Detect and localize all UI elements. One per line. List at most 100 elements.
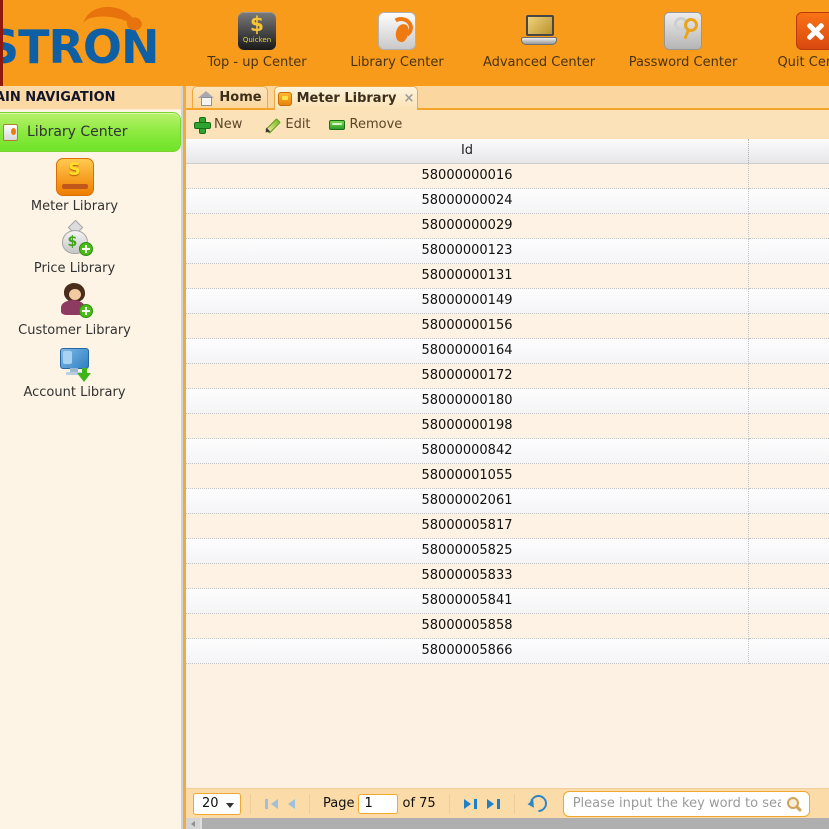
table-row[interactable]: 58000000024: [186, 189, 829, 214]
meter-id-cell: 58000000842: [186, 439, 749, 464]
page-number-input[interactable]: [358, 794, 398, 814]
search-box: [563, 791, 810, 817]
sidebar-item-customer-library[interactable]: Customer Library: [0, 282, 181, 338]
horizontal-scrollbar[interactable]: [186, 818, 829, 829]
remove-button-label: Remove: [350, 117, 403, 132]
table-row[interactable]: 58000000180: [186, 389, 829, 414]
search-input[interactable]: [563, 791, 810, 817]
table-body: 58000000016 58000000024 58000000029 5800…: [186, 164, 829, 664]
sidebar-item-account-library[interactable]: Account Library: [0, 344, 181, 400]
plus-badge-icon: [79, 304, 93, 318]
monitor-download-icon: [56, 344, 94, 382]
meter-id-cell: 58000000149: [186, 289, 749, 314]
pager-separator: [449, 794, 450, 814]
scrollbar-thumb[interactable]: [202, 818, 829, 829]
empty-cell: [749, 464, 829, 489]
group-label: Library Center: [27, 124, 128, 140]
chevron-down-icon: [226, 803, 234, 808]
empty-cell: [749, 189, 829, 214]
tab-home[interactable]: Home: [192, 86, 268, 108]
first-page-button[interactable]: [265, 799, 278, 809]
first-page-icon: [265, 799, 268, 809]
stron-logo: STRON: [0, 24, 159, 70]
table-row[interactable]: 58000000842: [186, 439, 829, 464]
empty-cell: [749, 439, 829, 464]
keys-icon: [664, 12, 702, 50]
table-row[interactable]: 58000000164: [186, 339, 829, 364]
page-size-value: 20: [202, 796, 219, 811]
column-header-empty: [749, 139, 829, 163]
menu-item-advanced-center[interactable]: Advanced Center: [474, 12, 604, 70]
sidebar-title-bar: MAIN NAVIGATION: [0, 86, 181, 110]
empty-cell: [749, 314, 829, 339]
table-row[interactable]: 58000000029: [186, 214, 829, 239]
table-row[interactable]: 58000000149: [186, 289, 829, 314]
prev-page-icon: [288, 799, 295, 809]
last-page-icon: [487, 799, 494, 809]
meter-tab-icon: [278, 92, 292, 106]
table-row[interactable]: 58000005825: [186, 539, 829, 564]
empty-cell: [749, 289, 829, 314]
meter-id-cell: 58000005817: [186, 514, 749, 539]
table-row[interactable]: 58000005833: [186, 564, 829, 589]
table-row[interactable]: 58000005866: [186, 639, 829, 664]
meter-id-cell: 58000005825: [186, 539, 749, 564]
next-page-button[interactable]: [464, 799, 477, 809]
table-row[interactable]: 58000000123: [186, 239, 829, 264]
meter-id-cell: 58000000123: [186, 239, 749, 264]
last-page-button[interactable]: [487, 799, 500, 809]
meter-id-cell: 58000000024: [186, 189, 749, 214]
main-panel: Home Meter Library × New Edit Remove: [186, 86, 829, 829]
close-tab-icon[interactable]: ×: [403, 92, 414, 105]
table-row[interactable]: 58000000016: [186, 164, 829, 189]
menu-label: Library Center: [332, 55, 462, 70]
sidebar-group-library-center[interactable]: Library Center: [0, 112, 181, 152]
scroll-left-arrow[interactable]: [186, 818, 200, 829]
plus-icon: [194, 117, 209, 132]
person-plus-icon: [56, 282, 94, 320]
empty-cell: [749, 389, 829, 414]
meter-id-cell: 58000002061: [186, 489, 749, 514]
menu-item-password-center[interactable]: Password Center: [618, 12, 748, 70]
table-row[interactable]: 58000005817: [186, 514, 829, 539]
menu-item-quit-center[interactable]: Quit Center: [750, 12, 829, 70]
menu-label: Password Center: [618, 55, 748, 70]
prev-page-button[interactable]: [288, 799, 295, 809]
window-edge-strip: [0, 0, 3, 86]
table-row[interactable]: 58000001055: [186, 464, 829, 489]
table-row[interactable]: 58000000131: [186, 264, 829, 289]
remove-button[interactable]: Remove: [329, 117, 403, 132]
meter-id-cell: 58000000198: [186, 414, 749, 439]
laptop-icon: [520, 12, 558, 50]
search-icon[interactable]: [786, 796, 802, 812]
table-row[interactable]: 58000000198: [186, 414, 829, 439]
column-header-id[interactable]: Id: [186, 139, 749, 163]
library-group-icon: [3, 124, 18, 141]
table-row[interactable]: 58000000156: [186, 314, 829, 339]
menu-item-topup-center[interactable]: $Quicken Top - up Center: [192, 12, 322, 70]
edit-button[interactable]: Edit: [264, 117, 310, 133]
last-page-icon: [497, 799, 500, 809]
first-page-icon: [271, 799, 278, 809]
page-total-label: of 75: [402, 796, 435, 811]
menu-label: Advanced Center: [474, 55, 604, 70]
new-button[interactable]: New: [194, 117, 242, 132]
sidebar-item-meter-library[interactable]: S Meter Library: [0, 158, 181, 214]
table-row[interactable]: 58000002061: [186, 489, 829, 514]
table-header-row: Id: [186, 139, 829, 164]
table-empty-area: [186, 664, 829, 788]
menu-item-library-center[interactable]: Library Center: [332, 12, 462, 70]
top-banner: STRON $Quicken Top - up Center Library C…: [0, 0, 829, 86]
page-size-select[interactable]: 20: [193, 793, 241, 815]
sidebar-item-label: Account Library: [0, 385, 149, 400]
tab-label: Meter Library: [297, 91, 397, 106]
meter-id-cell: 58000005858: [186, 614, 749, 639]
tab-bar: Home Meter Library ×: [186, 86, 829, 110]
table-row[interactable]: 58000005841: [186, 589, 829, 614]
tab-meter-library[interactable]: Meter Library ×: [274, 86, 418, 110]
table-row[interactable]: 58000005858: [186, 614, 829, 639]
table-row[interactable]: 58000000172: [186, 364, 829, 389]
sidebar-item-price-library[interactable]: $ Price Library: [0, 220, 181, 276]
refresh-icon[interactable]: [526, 791, 550, 815]
sidebar-item-label: Price Library: [0, 261, 149, 276]
